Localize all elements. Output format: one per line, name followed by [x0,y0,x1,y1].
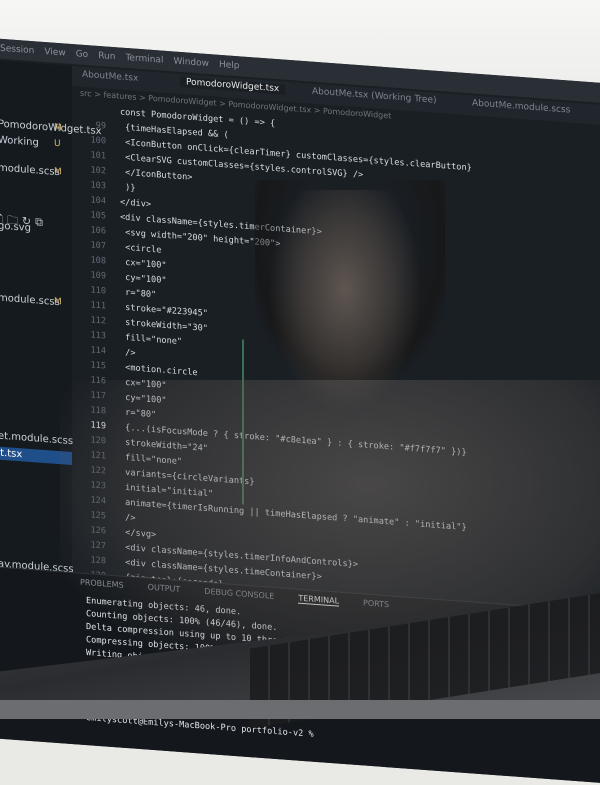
code-editor[interactable]: const PomodoroWidget = () => {99 {timeHa… [72,102,600,644]
line-number [72,111,106,113]
explorer-file-item[interactable]: go.svg [0,221,31,234]
menu-item[interactable]: Go [76,49,88,60]
code-text: </svg> [120,527,157,541]
code-text: fill="none" [120,332,183,348]
code-text: <circle [120,242,162,256]
code-text: </div> [120,197,152,210]
explorer-file-item[interactable]: et.tsx [0,446,72,466]
code-text: cx="100" [120,377,167,391]
panel-tab[interactable]: OUTPUT [148,583,181,594]
code-text: r="80" [120,287,157,301]
explorer-file-item[interactable]: et.module.scss [0,431,73,448]
code-text: /> [120,347,136,359]
code-text: animate={timerIsRunning || timeHasElapse… [120,497,467,534]
editor-tab[interactable]: AboutMe.tsx (Working Tree) [312,87,437,106]
git-change-gutter [242,339,244,505]
panel-tab[interactable]: PROBLEMS [80,578,124,590]
editor-tab[interactable]: AboutMe.module.scss [472,98,570,115]
code-text: fill="none" [120,452,183,468]
menu-item[interactable]: Terminal [125,53,163,66]
code-text: /> [120,512,136,524]
collapse-icon[interactable]: ⧉ [35,215,47,229]
git-status-badge: U [54,138,61,150]
code-text: r="80" [120,407,157,421]
editor-tab[interactable]: AboutMe.tsx [82,70,138,84]
explorer-file-item[interactable]: module.scss [0,163,60,179]
git-status-badge: M [54,122,62,134]
menu-item[interactable]: Session [0,44,34,57]
code-text: cy="100" [120,392,167,406]
code-text: cx="100" [120,257,167,271]
code-text: )} [120,182,136,194]
menu-item[interactable]: Help [219,60,240,72]
code-text: cy="100" [120,272,167,286]
menu-item[interactable]: Run [98,51,115,62]
menu-item[interactable]: View [44,47,65,59]
editor-tab[interactable]: PomodoroWidget.tsx [180,76,286,95]
panel-tab[interactable]: TERMINAL [298,593,340,607]
panel-tab[interactable]: PORTS [363,598,389,609]
panel-tab[interactable]: DEBUG CONSOLE [204,587,274,601]
git-status-badge: M [54,296,62,308]
laptop-edge [0,700,600,719]
explorer-file-item[interactable]: Working [0,135,39,149]
git-status-badge: M [54,166,62,178]
menu-item[interactable]: Window [174,56,210,69]
explorer-file-item[interactable]: module.scss [0,293,60,309]
